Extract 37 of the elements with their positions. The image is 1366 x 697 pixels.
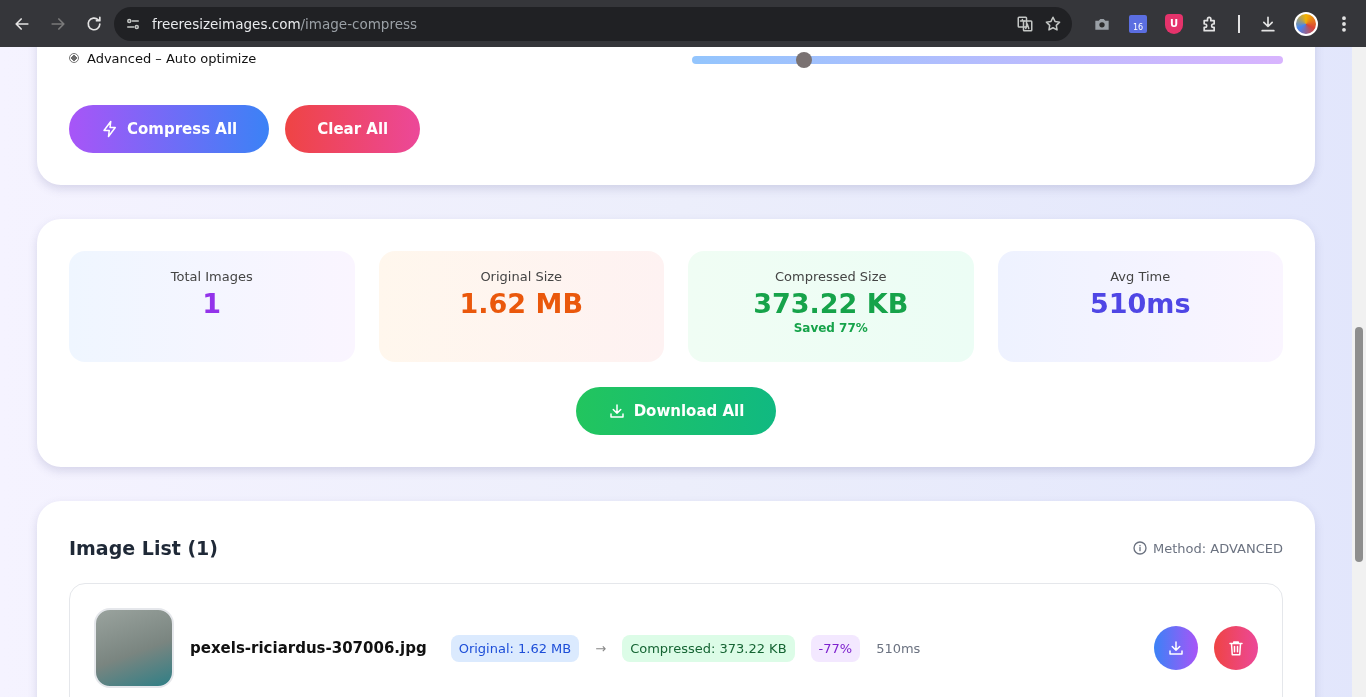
file-name: pexels-riciardus-307006.jpg xyxy=(190,639,427,657)
translate-icon[interactable] xyxy=(1016,14,1034,33)
info-icon xyxy=(1132,540,1149,556)
stat-label: Total Images xyxy=(170,269,253,284)
method-radio[interactable]: Advanced – Auto optimize xyxy=(69,49,652,67)
original-size-chip: Original: 1.62 MB xyxy=(450,634,580,662)
stat-value: 1 xyxy=(202,288,222,319)
stat-label: Original Size xyxy=(480,269,563,284)
reduction-chip: -77% xyxy=(810,634,861,662)
compressed-size-chip: Compressed: 373.22 KB xyxy=(622,634,795,662)
method-label: Method: ADVANCED xyxy=(1153,540,1283,556)
url-text[interactable]: freeresizeimages.com/image-compress xyxy=(152,15,418,32)
stat-value: 510ms xyxy=(1089,288,1191,319)
calendar-extension[interactable]: 16 xyxy=(1129,14,1147,33)
stat-label: Compressed Size xyxy=(774,269,887,284)
star-icon[interactable] xyxy=(1044,14,1062,33)
lightning-icon xyxy=(101,120,119,138)
clear-all-button[interactable]: Clear All xyxy=(285,105,421,153)
stat-label: Avg Time xyxy=(1110,269,1171,284)
slider-thumb[interactable] xyxy=(796,52,813,68)
shield-extension[interactable]: U xyxy=(1165,13,1183,34)
section-title: Image List (1) xyxy=(69,537,218,559)
trash-icon xyxy=(1227,639,1245,657)
arrow-text: → xyxy=(595,640,607,656)
stat-value: 1.62 MB xyxy=(459,288,583,319)
profile-avatar[interactable] xyxy=(1294,11,1318,36)
scrollbar[interactable] xyxy=(1352,47,1366,697)
download-icon xyxy=(1167,639,1185,657)
time-text: 510ms xyxy=(876,640,921,656)
download-all-button[interactable]: Download All xyxy=(575,387,777,435)
download-icon xyxy=(607,402,626,420)
address-bar[interactable]: freeresizeimages.com/image-compress xyxy=(114,6,1072,41)
download-button[interactable] xyxy=(1154,626,1198,670)
compress-all-button[interactable]: Compress All xyxy=(69,105,270,153)
saved-note: Saved 77% xyxy=(793,321,868,335)
delete-button[interactable] xyxy=(1214,626,1258,670)
stat-value: 373.22 KB xyxy=(753,288,909,319)
